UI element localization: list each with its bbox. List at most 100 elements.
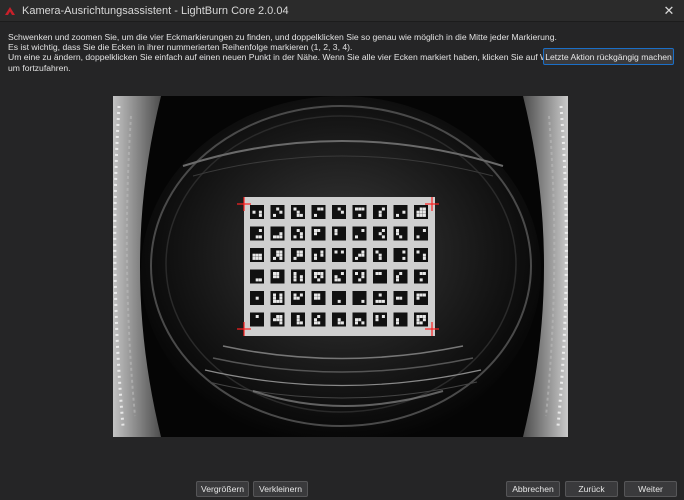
calibration-tag-bit bbox=[279, 315, 283, 318]
calibration-tag-bit bbox=[273, 275, 276, 279]
calibration-tag-bit bbox=[279, 321, 283, 325]
calibration-tag-bit bbox=[419, 293, 423, 297]
calibration-tag bbox=[414, 291, 428, 305]
calibration-tag-bit bbox=[402, 250, 406, 254]
calibration-tag-bit bbox=[273, 213, 276, 217]
calibration-tag-bit bbox=[317, 321, 321, 325]
calibration-tag-bit bbox=[416, 321, 420, 325]
calibration-tag-bit bbox=[317, 296, 321, 300]
calibration-tag-bit bbox=[340, 250, 344, 254]
calibration-tag bbox=[373, 269, 387, 284]
zoom-in-button[interactable]: Vergrößern bbox=[196, 481, 249, 497]
calibration-tag-bit bbox=[396, 275, 399, 279]
calibration-tag-bit bbox=[358, 207, 362, 211]
calibration-tag-bit bbox=[293, 275, 297, 279]
calibration-tag-bit bbox=[273, 299, 276, 303]
calibration-tag bbox=[414, 226, 428, 241]
window-title: Kamera-Ausrichtungsassistent - LightBurn… bbox=[22, 4, 289, 17]
calibration-tag-bit bbox=[396, 321, 399, 325]
back-button[interactable]: Zurück bbox=[565, 481, 618, 497]
calibration-tag-bit bbox=[381, 229, 385, 232]
calibration-tag-bit bbox=[422, 293, 426, 297]
calibration-tag-bit bbox=[422, 318, 426, 322]
calibration-tag bbox=[332, 248, 346, 262]
calibration-tag-bit bbox=[273, 235, 276, 239]
calibration-tag-bit bbox=[402, 210, 406, 214]
calibration-tag-bit bbox=[276, 299, 280, 303]
calibration-tag-bit bbox=[396, 278, 399, 282]
calibration-tag-bit bbox=[252, 210, 256, 214]
calibration-tag-bit bbox=[361, 299, 365, 303]
calibration-tag-bit bbox=[276, 250, 280, 254]
calibration-tag-bit bbox=[279, 256, 283, 260]
calibration-tag-bit bbox=[416, 296, 420, 300]
calibration-tag-bit bbox=[361, 207, 365, 211]
calibration-tag-bit bbox=[314, 272, 317, 275]
calibration-tag-bit bbox=[355, 318, 358, 322]
calibration-tag-bit bbox=[358, 318, 362, 322]
calibration-tag-bit bbox=[279, 250, 283, 254]
calibration-tag-bit bbox=[317, 229, 321, 232]
calibration-tag-bit bbox=[314, 256, 317, 260]
calibration-tag-bit bbox=[252, 256, 256, 260]
calibration-tag-bit bbox=[334, 229, 338, 232]
calibration-tag-bit bbox=[317, 207, 321, 211]
calibration-tag-bit bbox=[258, 253, 262, 257]
calibration-tag-bit bbox=[396, 318, 399, 322]
calibration-tag-bit bbox=[276, 275, 280, 279]
calibration-tag-bit bbox=[258, 229, 262, 232]
calibration-tag-bit bbox=[378, 253, 382, 257]
calibration-tag-bit bbox=[317, 278, 321, 282]
calibration-tag-bit bbox=[422, 210, 426, 214]
calibration-tag-bit bbox=[416, 293, 420, 297]
calibration-tag-bit bbox=[337, 318, 341, 322]
calibration-tag-bit bbox=[276, 272, 280, 275]
calibration-tag-bit bbox=[375, 250, 379, 254]
calibration-tag-bit bbox=[334, 278, 338, 282]
calibration-tag-bit bbox=[279, 253, 283, 257]
calibration-tag-bit bbox=[355, 207, 358, 211]
calibration-tag-bit bbox=[258, 278, 262, 282]
calibration-tag-bit bbox=[314, 229, 317, 232]
instruction-line: um fortzufahren. bbox=[8, 62, 71, 73]
calibration-tag bbox=[393, 269, 408, 284]
calibration-tag-bit bbox=[419, 207, 423, 211]
calibration-tag-bit bbox=[416, 250, 420, 254]
next-button[interactable]: Weiter bbox=[624, 481, 677, 497]
calibration-tag-bit bbox=[340, 210, 344, 214]
calibration-tag-bit bbox=[361, 253, 365, 257]
calibration-tag-bit bbox=[296, 213, 300, 217]
calibration-tag-bit bbox=[273, 256, 276, 260]
calibration-tag-bit bbox=[299, 232, 303, 236]
close-button[interactable]: ✕ bbox=[654, 0, 684, 21]
calibration-tag-bit bbox=[314, 321, 317, 325]
calibration-tag-bit bbox=[314, 232, 317, 236]
undo-last-action-button[interactable]: Letzte Aktion rückgängig machen bbox=[543, 48, 674, 65]
cancel-button[interactable]: Abbrechen bbox=[506, 481, 560, 497]
calibration-tag-bit bbox=[378, 210, 382, 214]
calibration-tag-bit bbox=[258, 256, 262, 260]
calibration-tag-bit bbox=[296, 210, 300, 214]
calibration-tag bbox=[250, 312, 264, 327]
calibration-tag bbox=[352, 226, 367, 241]
calibration-tag-bit bbox=[399, 235, 403, 239]
calibration-tag-bit bbox=[273, 272, 276, 275]
calibration-tag bbox=[311, 226, 326, 241]
camera-image[interactable] bbox=[113, 96, 568, 437]
calibration-tag-bit bbox=[293, 256, 297, 260]
calibration-tag-bit bbox=[293, 272, 297, 275]
camera-image-view[interactable] bbox=[113, 96, 568, 437]
calibration-tag-bit bbox=[296, 315, 300, 318]
instruction-line: Schwenken und zoomen Sie, um die vier Ec… bbox=[8, 32, 557, 42]
calibration-tag-bit bbox=[293, 296, 297, 300]
calibration-tag-bit bbox=[296, 321, 300, 325]
calibration-tag-bit bbox=[293, 293, 297, 297]
calibration-tag-bit bbox=[402, 256, 406, 260]
calibration-tag-bit bbox=[276, 318, 280, 322]
calibration-tag-bit bbox=[279, 235, 283, 239]
zoom-out-button[interactable]: Verkleinern bbox=[253, 481, 308, 497]
calibration-tag-bit bbox=[299, 253, 303, 257]
title-bar: Kamera-Ausrichtungsassistent - LightBurn… bbox=[0, 0, 684, 22]
calibration-tag-bit bbox=[375, 272, 379, 275]
calibration-tag-bit bbox=[255, 278, 259, 282]
